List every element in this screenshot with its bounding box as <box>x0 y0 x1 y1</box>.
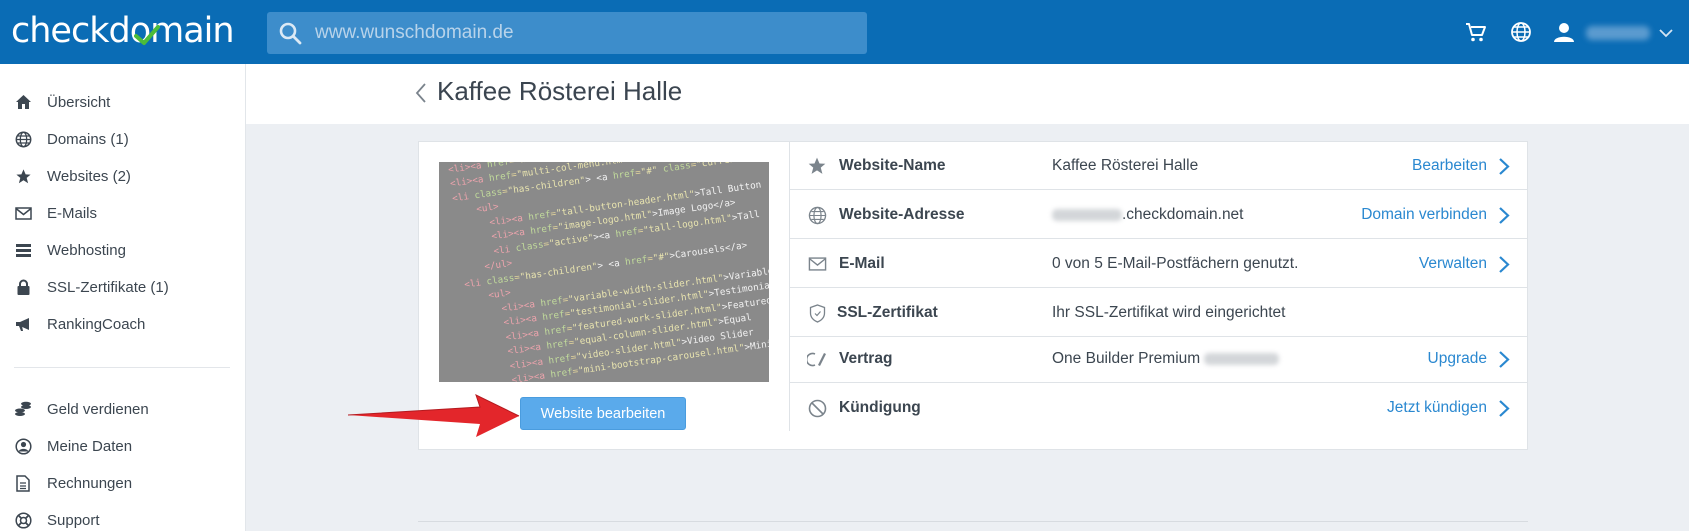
detail-row-contract: Vertrag One Builder Premium Upgrade <box>790 335 1527 383</box>
sidebar-item-label: RankingCoach <box>47 315 146 333</box>
sidebar-item-label: Support <box>47 511 100 529</box>
document-icon <box>14 474 32 492</box>
upgrade-link[interactable]: Upgrade <box>1428 350 1487 368</box>
back-chevron-icon[interactable] <box>414 82 428 104</box>
chevron-right-icon[interactable] <box>1498 255 1510 274</box>
star-icon <box>14 167 32 185</box>
checkmark-icon <box>133 25 160 45</box>
detail-value: 0 von 5 E-Mail-Postfächern genutzt. <box>1052 255 1299 272</box>
detail-value: Kaffee Rösterei Halle <box>1052 157 1199 174</box>
globe-icon <box>807 205 827 225</box>
detail-row-website-address: Website-Adresse .checkdomain.net Domain … <box>790 191 1527 239</box>
home-icon <box>14 93 32 111</box>
chevron-right-icon[interactable] <box>1498 157 1510 176</box>
detail-label: SSL-Zertifikat <box>837 304 938 321</box>
sidebar-item-earn-money[interactable]: Geld verdienen <box>14 394 234 424</box>
detail-label: Kündigung <box>839 399 921 416</box>
top-bar: checkdo main <box>0 0 1689 64</box>
detail-row-website-name: Website-Name Kaffee Rösterei Halle Bearb… <box>790 142 1527 190</box>
megaphone-icon <box>14 315 32 333</box>
sidebar-item-label: Webhosting <box>47 241 126 259</box>
language-globe-icon[interactable] <box>1510 21 1532 43</box>
subdomain-redacted <box>1052 208 1122 221</box>
detail-label: E-Mail <box>839 255 885 272</box>
contract-plan: One Builder Premium <box>1052 350 1201 367</box>
cart-icon[interactable] <box>1465 21 1487 43</box>
sidebar-item-ssl[interactable]: SSL-Zertifikate (1) <box>14 272 234 302</box>
sidebar-item-emails[interactable]: E-Mails <box>14 198 234 228</box>
checkdomain-logo[interactable]: checkdo main <box>11 10 235 52</box>
section-divider <box>418 521 1528 522</box>
chevron-right-icon[interactable] <box>1498 350 1510 369</box>
sidebar-item-label: Meine Daten <box>47 437 133 455</box>
detail-value: One Builder Premium <box>1052 350 1280 368</box>
globe-icon <box>14 130 32 148</box>
user-name-redacted[interactable] <box>1586 26 1650 40</box>
connect-domain-link[interactable]: Domain verbinden <box>1361 206 1487 224</box>
shield-icon <box>807 303 827 323</box>
user-circle-icon <box>14 437 32 455</box>
sidebar-divider <box>14 367 230 368</box>
detail-label: Vertrag <box>839 350 893 367</box>
sidebar-item-support[interactable]: Support <box>14 505 234 531</box>
server-icon <box>14 241 32 259</box>
cancel-icon <box>807 398 827 418</box>
detail-row-email: E-Mail 0 von 5 E-Mail-Postfächern genutz… <box>790 240 1527 288</box>
sidebar-item-label: Domains (1) <box>47 130 129 148</box>
contract-icon <box>807 349 827 369</box>
coins-icon <box>14 400 32 418</box>
detail-label: Website-Name <box>839 157 946 174</box>
page-title: Kaffee Rösterei Halle <box>437 76 683 106</box>
website-preview-image: <li><a href="index.html">Home</a></li> <… <box>439 162 769 382</box>
chevron-down-icon[interactable] <box>1659 27 1673 39</box>
sidebar-item-invoices[interactable]: Rechnungen <box>14 468 234 498</box>
search-icon <box>279 22 302 45</box>
detail-value: .checkdomain.net <box>1052 206 1244 224</box>
annotation-arrow <box>348 394 520 437</box>
chevron-right-icon[interactable] <box>1498 399 1510 418</box>
mail-icon <box>807 254 827 274</box>
sidebar-item-rankingcoach[interactable]: RankingCoach <box>14 309 234 339</box>
sidebar-item-overview[interactable]: Übersicht <box>14 87 234 117</box>
detail-label: Website-Adresse <box>839 206 965 223</box>
domain-search-input[interactable] <box>315 12 855 54</box>
cancel-now-link[interactable]: Jetzt kündigen <box>1387 399 1487 417</box>
sidebar-item-label: SSL-Zertifikate (1) <box>47 278 169 296</box>
domain-suffix: .checkdomain.net <box>1122 206 1244 223</box>
edit-website-button[interactable]: Website bearbeiten <box>520 397 686 430</box>
sidebar-item-label: E-Mails <box>47 204 98 222</box>
edit-name-link[interactable]: Bearbeiten <box>1412 157 1487 175</box>
sidebar-item-label: Rechnungen <box>47 474 133 492</box>
sidebar-item-domains[interactable]: Domains (1) <box>14 124 234 154</box>
detail-row-ssl: SSL-Zertifikat Ihr SSL-Zertifikat wird e… <box>790 289 1527 337</box>
sidebar-item-label: Websites (2) <box>47 167 131 185</box>
mail-icon <box>14 204 32 222</box>
domain-search[interactable] <box>267 12 867 54</box>
sidebar: Übersicht Domains (1) Websites (2) E-Mai… <box>0 64 246 531</box>
chevron-right-icon[interactable] <box>1498 206 1510 225</box>
sidebar-item-my-data[interactable]: Meine Daten <box>14 431 234 461</box>
sidebar-item-websites[interactable]: Websites (2) <box>14 161 234 191</box>
lock-icon <box>14 278 32 296</box>
sidebar-item-label: Geld verdienen <box>47 400 149 418</box>
user-icon[interactable] <box>1553 21 1575 43</box>
sidebar-item-webhosting[interactable]: Webhosting <box>14 235 234 265</box>
detail-value: Ihr SSL-Zertifikat wird eingerichtet <box>1052 304 1286 321</box>
detail-row-cancellation: Kündigung Jetzt kündigen <box>790 384 1527 432</box>
star-icon <box>807 156 827 176</box>
manage-email-link[interactable]: Verwalten <box>1419 255 1487 273</box>
lifebuoy-icon <box>14 511 32 529</box>
sidebar-item-label: Übersicht <box>47 93 111 111</box>
contract-id-redacted <box>1204 352 1280 365</box>
